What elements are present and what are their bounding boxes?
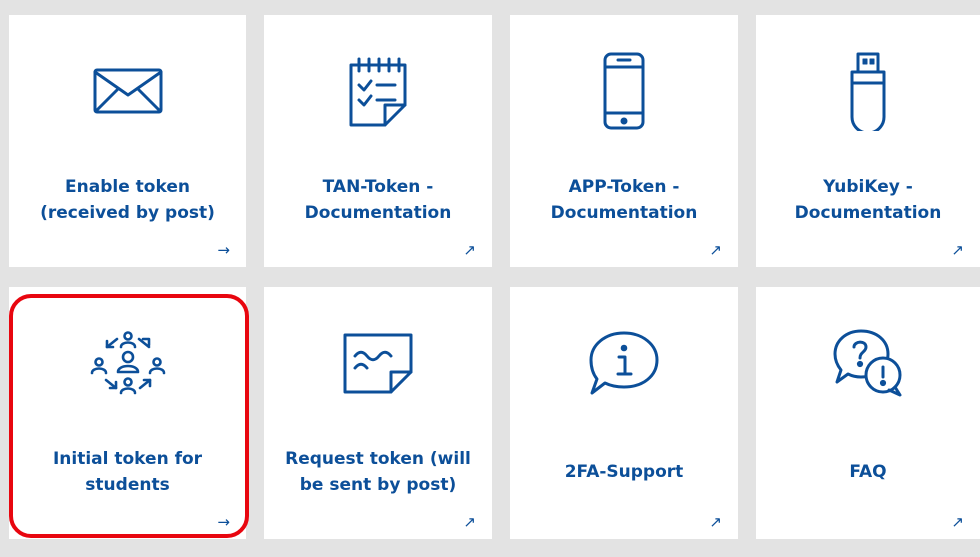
arrow-right-icon: → (217, 513, 230, 531)
letter-note-icon (264, 287, 492, 437)
tile-initial-token-for-students[interactable]: Initial token for students → (9, 287, 246, 539)
tile-yubikey-documentation[interactable]: YubiKey - Documentation ↗ (756, 15, 980, 267)
external-link-arrow-icon: ↗ (951, 513, 964, 531)
tile-label: Request token (will be sent by post) (285, 449, 471, 495)
arrow-right-icon: → (217, 241, 230, 259)
external-link-arrow-icon: ↗ (951, 241, 964, 259)
info-speech-bubble-icon (510, 287, 738, 437)
tile-label: FAQ (849, 462, 887, 482)
tile-label: APP-Token - Documentation (550, 177, 698, 223)
envelope-icon (9, 15, 246, 165)
tile-label: 2FA-Support (564, 462, 684, 482)
people-network-icon (9, 287, 246, 437)
tile-label: TAN-Token - Documentation (304, 177, 452, 223)
external-link-arrow-icon: ↗ (709, 241, 722, 259)
tile-label: Initial token for students (52, 449, 203, 495)
smartphone-icon (510, 15, 738, 165)
tile-app-token-documentation[interactable]: APP-Token - Documentation ↗ (510, 15, 738, 267)
tile-2fa-support[interactable]: 2FA-Support ↗ (510, 287, 738, 539)
external-link-arrow-icon: ↗ (709, 513, 722, 531)
tile-tan-token-documentation[interactable]: TAN-Token - Documentation ↗ (264, 15, 492, 267)
tile-enable-token[interactable]: Enable token (received by post) → (9, 15, 246, 267)
external-link-arrow-icon: ↗ (463, 513, 476, 531)
tile-label: Enable token (received by post) (40, 177, 215, 223)
tile-faq[interactable]: FAQ ↗ (756, 287, 980, 539)
tile-label: YubiKey - Documentation (794, 177, 942, 223)
tan-list-icon (264, 15, 492, 165)
faq-speech-bubbles-icon (756, 287, 980, 437)
external-link-arrow-icon: ↗ (463, 241, 476, 259)
tile-request-token[interactable]: Request token (will be sent by post) ↗ (264, 287, 492, 539)
usb-key-icon (756, 15, 980, 165)
